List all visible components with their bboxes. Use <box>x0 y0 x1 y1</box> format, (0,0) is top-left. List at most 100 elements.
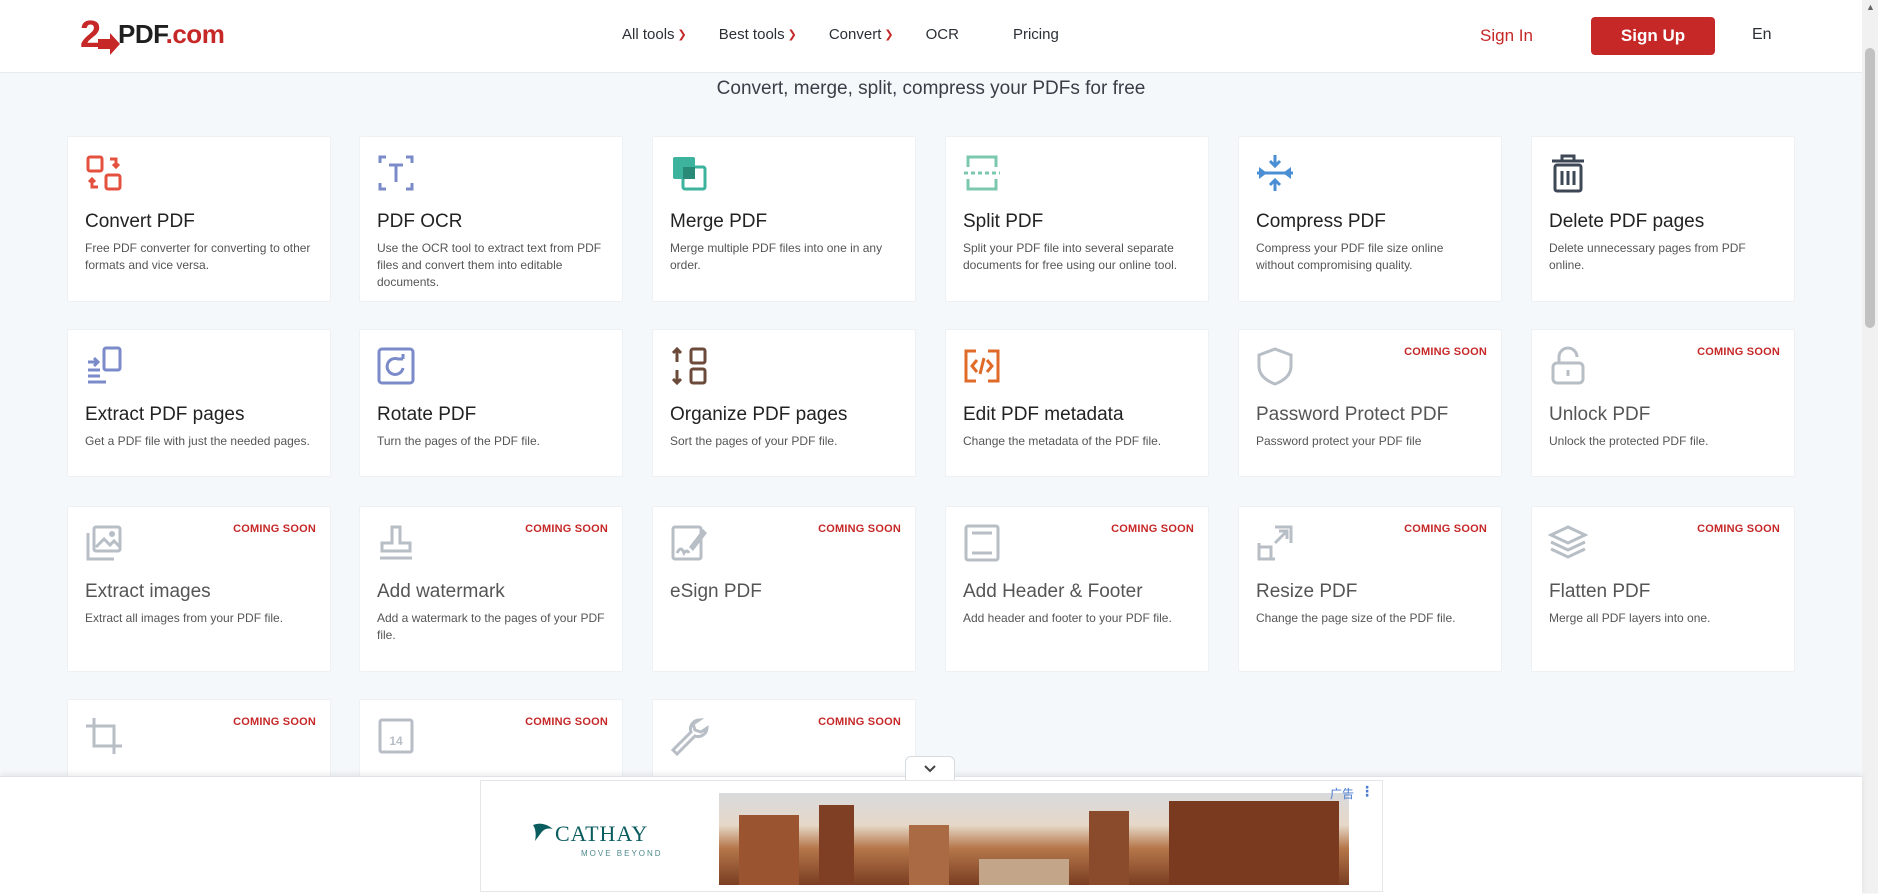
nav-best-tools[interactable]: Best tools ❯ <box>719 26 797 43</box>
advertisement[interactable]: CATHAY MOVE BEYOND 广告 ⋮ <box>480 780 1383 892</box>
nav-convert[interactable]: Convert ❯ <box>829 26 894 43</box>
coming-soon-badge: COMING SOON <box>233 716 316 728</box>
tool-description: Add header and footer to your PDF file. <box>963 611 1172 625</box>
logo-text: PDF.com <box>118 18 225 49</box>
tool-description: Delete unnecessary pages from PDF online… <box>1549 241 1746 272</box>
ad-brand: CATHAY <box>555 821 649 846</box>
main-nav: All tools ❯ Best tools ❯ Convert ❯ OCR Pric… <box>622 26 1091 43</box>
sign-icon <box>671 525 707 561</box>
page-number-icon: 14 <box>378 718 414 754</box>
chevron-down-icon <box>924 765 936 773</box>
code-icon <box>964 349 1000 383</box>
tool-card[interactable]: COMING SOON Resize PDF Change the page siz… <box>1238 506 1502 672</box>
tool-card[interactable]: Convert PDF Free PDF converter for conver… <box>67 136 331 302</box>
sign-in-link[interactable]: Sign In <box>1480 26 1533 46</box>
tool-card[interactable]: Edit PDF metadata Change the metadata of … <box>945 329 1209 477</box>
coming-soon-badge: COMING SOON <box>525 716 608 728</box>
scrollbar-thumb[interactable] <box>1865 48 1875 328</box>
tool-card[interactable]: COMING SOON Extract images Extract all ima… <box>67 506 331 672</box>
chevron-down-icon: ❯ <box>677 29 687 41</box>
nav-ocr[interactable]: OCR <box>926 26 959 43</box>
tool-card[interactable]: COMING SOON Flatten PDF Merge all PDF laye… <box>1531 506 1795 672</box>
tool-card[interactable]: Delete PDF pages Delete unnecessary pages… <box>1531 136 1795 302</box>
tool-card[interactable]: Extract PDF pages Get a PDF file with jus… <box>67 329 331 477</box>
coming-soon-badge: COMING SOON <box>525 523 608 535</box>
nav-label: OCR <box>925 26 959 43</box>
split-icon <box>964 155 1000 191</box>
tool-title: Compress PDF <box>1256 211 1386 232</box>
ad-pillar <box>1089 811 1129 885</box>
ocr-icon <box>378 155 414 191</box>
rotate-icon <box>377 347 415 385</box>
ad-pillar <box>1169 801 1339 885</box>
ad-image <box>719 793 1349 885</box>
nav-label: Pricing <box>1012 26 1059 43</box>
tool-description: Merge multiple PDF files into one in any… <box>670 241 883 272</box>
coming-soon-badge: COMING SOON <box>818 523 901 535</box>
ad-tagline: MOVE BEYOND <box>581 849 663 858</box>
layers-icon <box>1548 525 1588 559</box>
tool-description: Get a PDF file with just the needed page… <box>85 434 310 448</box>
logo[interactable]: 2 PDF.com <box>80 12 225 56</box>
tool-card[interactable]: Split PDF Split your PDF file into severa… <box>945 136 1209 302</box>
tool-card[interactable]: Organize PDF pages Sort the pages of your… <box>652 329 916 477</box>
more-vertical-icon[interactable]: ⋮ <box>1360 783 1374 800</box>
tool-card[interactable]: COMING SOON Unlock PDF Unlock the protecte… <box>1531 329 1795 477</box>
tool-description: Merge all PDF layers into one. <box>1549 611 1711 625</box>
tool-description: Change the page size of the PDF file. <box>1256 611 1456 625</box>
wrench-icon <box>670 718 709 756</box>
tool-description: Extract all images from your PDF file. <box>85 611 284 625</box>
tool-description: Sort the pages of your PDF file. <box>670 434 838 448</box>
tool-title: Extract images <box>85 581 211 602</box>
tool-title: Edit PDF metadata <box>963 404 1124 425</box>
trash-icon <box>1552 154 1584 193</box>
tool-card[interactable]: Compress PDF Compress your PDF file size … <box>1238 136 1502 302</box>
language-selector[interactable]: En <box>1752 26 1772 44</box>
stamp-icon <box>380 525 412 560</box>
tool-description: Change the metadata of the PDF file. <box>963 434 1162 448</box>
extract-icon <box>88 346 122 384</box>
collapse-ad-button[interactable] <box>905 756 955 781</box>
chevron-down-icon: ❯ <box>787 29 797 41</box>
merge-icon <box>673 157 707 191</box>
sign-up-button[interactable]: Sign Up <box>1591 17 1715 55</box>
coming-soon-badge: COMING SOON <box>1697 346 1780 358</box>
tool-title: Organize PDF pages <box>670 404 848 425</box>
tool-title: eSign PDF <box>670 581 762 602</box>
chevron-down-icon: ❯ <box>884 29 894 41</box>
tool-card[interactable]: PDF OCR Use the OCR tool to extract text … <box>359 136 623 302</box>
tool-description: Unlock the protected PDF file. <box>1549 434 1709 448</box>
organize-icon <box>671 346 707 386</box>
tool-title: Rotate PDF <box>377 404 477 425</box>
scroll-up-arrow-icon[interactable]: ▲ <box>1866 2 1875 12</box>
nav-pricing[interactable]: Pricing <box>1013 26 1059 43</box>
site-header: 2 PDF.com All tools ❯ Best tools ❯ Convert… <box>0 0 1862 73</box>
cathay-logo-icon <box>533 823 553 841</box>
image-icon <box>86 525 122 561</box>
ad-label: 广告 <box>1329 787 1354 801</box>
tool-card[interactable]: COMING SOON Password Protect PDF Password … <box>1238 329 1502 477</box>
tool-card[interactable]: Merge PDF Merge multiple PDF files into o… <box>652 136 916 302</box>
page-subtitle: Convert, merge, split, compress your PDF… <box>716 78 1146 99</box>
tool-card[interactable]: COMING SOON Add watermark Add a watermark … <box>359 506 623 672</box>
tool-title: Add Header & Footer <box>963 581 1143 602</box>
tool-title: Split PDF <box>963 211 1044 232</box>
tool-card[interactable]: COMING SOON eSign PDF <box>652 506 916 672</box>
coming-soon-badge: COMING SOON <box>1404 346 1487 358</box>
coming-soon-badge: COMING SOON <box>1404 523 1487 535</box>
nav-all-tools[interactable]: All tools ❯ <box>622 26 687 43</box>
tool-description: Free PDF converter for converting to oth… <box>85 241 311 272</box>
tool-card[interactable]: Rotate PDF Turn the pages of the PDF file… <box>359 329 623 477</box>
coming-soon-badge: COMING SOON <box>818 716 901 728</box>
unlock-icon <box>1551 346 1585 385</box>
tool-description: Use the OCR tool to extract text from PD… <box>377 241 602 289</box>
header-footer-icon <box>964 524 1000 562</box>
ad-pillar <box>909 825 949 885</box>
tool-card[interactable]: COMING SOON Add Header & Footer Add header… <box>945 506 1209 672</box>
logo-arrow-icon: 2 <box>80 14 120 55</box>
coming-soon-badge: COMING SOON <box>1111 523 1194 535</box>
ad-pillar <box>739 815 799 885</box>
shield-icon <box>1257 347 1293 386</box>
tool-description: Add a watermark to the pages of your PDF… <box>377 611 605 642</box>
tool-title: Password Protect PDF <box>1256 404 1449 425</box>
